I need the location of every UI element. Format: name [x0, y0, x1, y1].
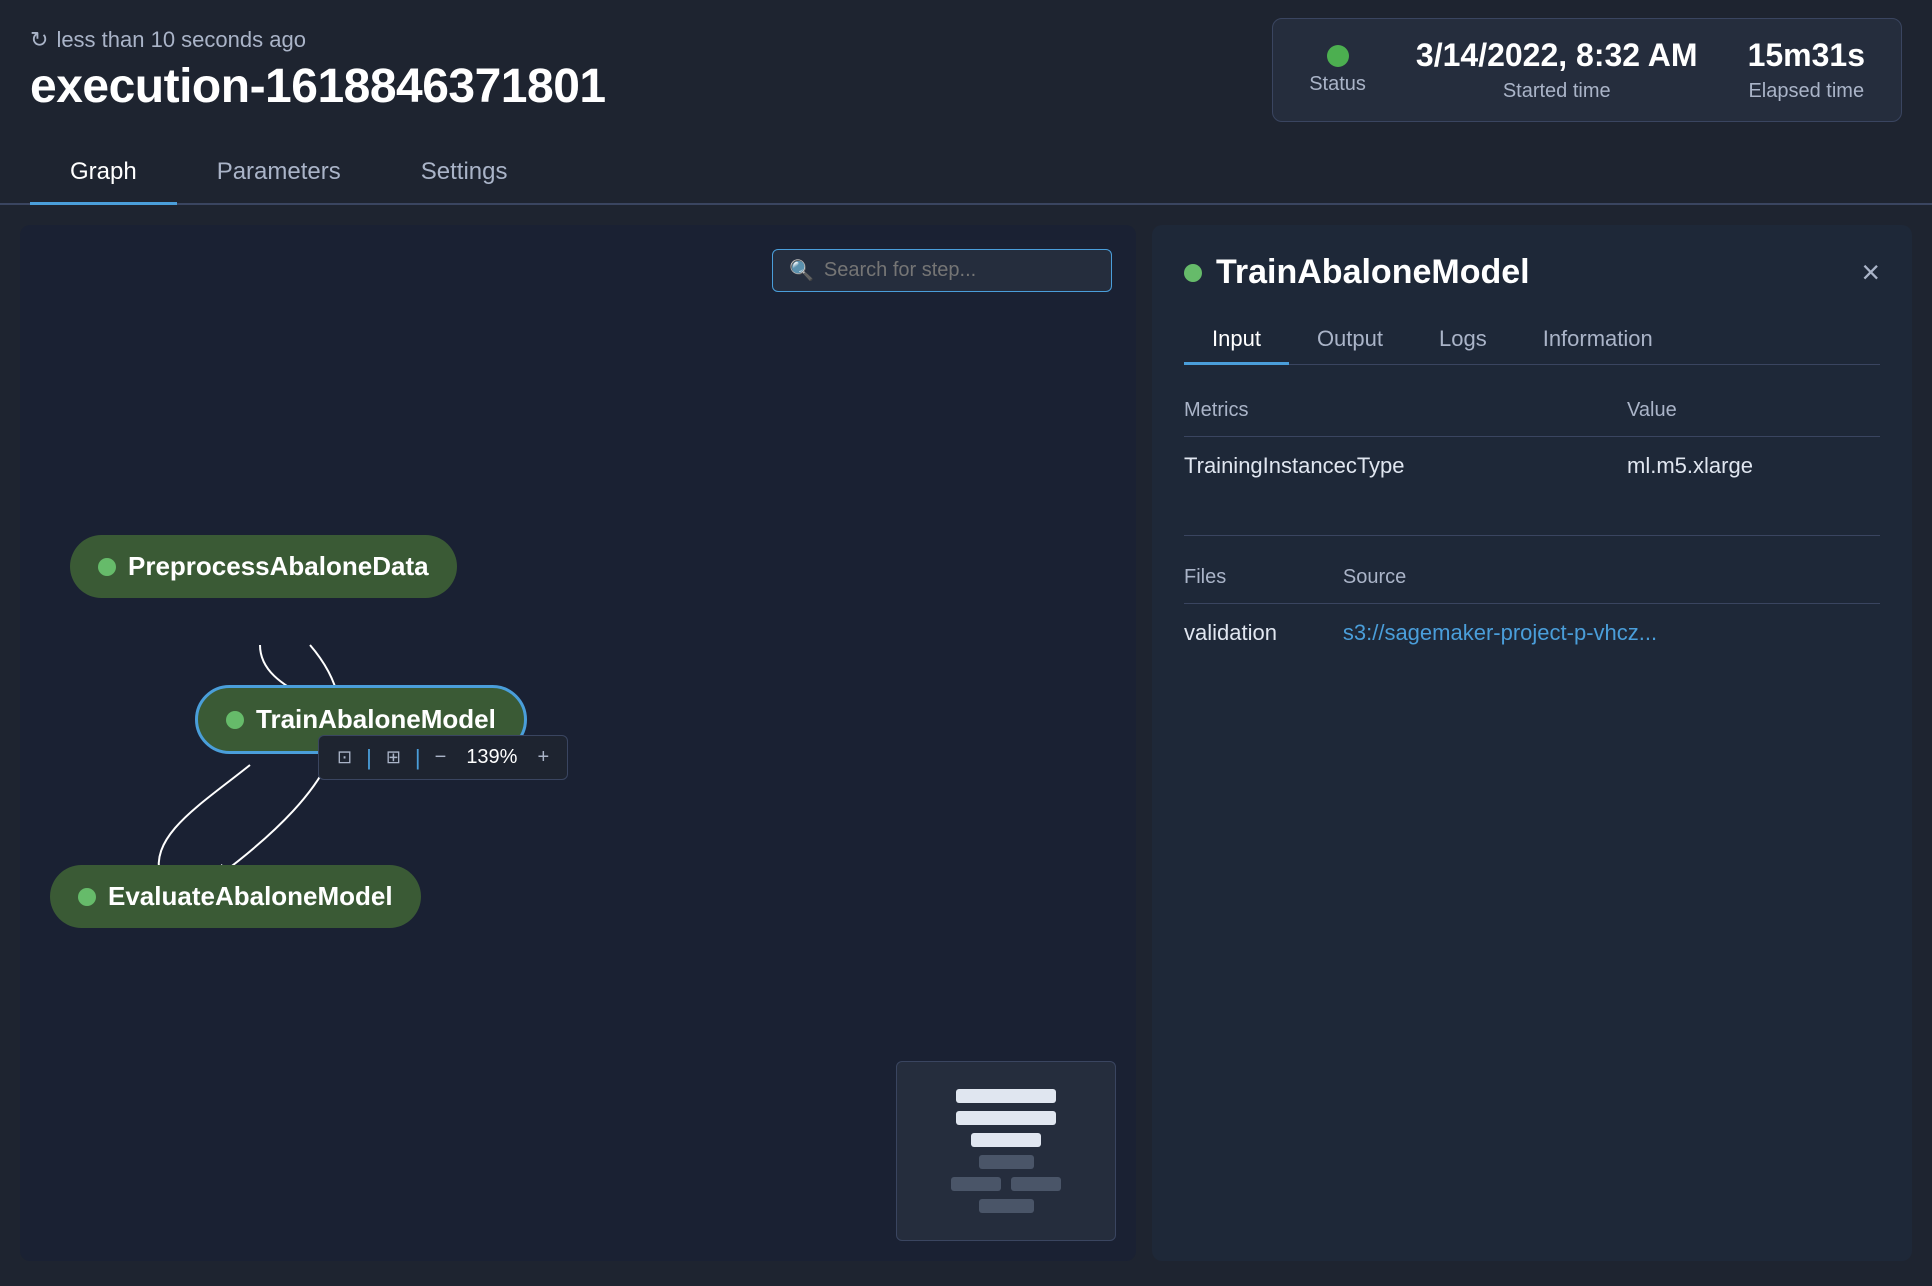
node-label-preprocess: PreprocessAbaloneData: [128, 551, 429, 582]
minimap-bar-5: [951, 1177, 1001, 1191]
status-dot: [1327, 45, 1349, 67]
main-content: 🔍 PreprocessAbaloneData TrainAbaloneMo: [0, 205, 1932, 1281]
detail-tab-output[interactable]: Output: [1289, 316, 1411, 365]
status-box: Status 3/14/2022, 8:32 AM Started time 1…: [1272, 18, 1902, 122]
tab-settings[interactable]: Settings: [381, 142, 548, 205]
metrics-table: Metrics Value TrainingInstancecType ml.m…: [1184, 389, 1880, 495]
status-item-elapsed: 15m31s Elapsed time: [1748, 37, 1865, 103]
files-table: Files Source validation s3://sagemaker-p…: [1184, 556, 1880, 662]
status-item-started: 3/14/2022, 8:32 AM Started time: [1416, 37, 1698, 103]
value-col-header: Value: [1627, 389, 1880, 437]
file-name: validation: [1184, 604, 1343, 663]
minimap-bar-1: [956, 1089, 1056, 1103]
minimap-bar-3: [971, 1133, 1041, 1147]
detail-tab-information[interactable]: Information: [1515, 316, 1681, 365]
top-bar: ↻ less than 10 seconds ago execution-161…: [0, 0, 1932, 132]
zoom-toolbar: ⊡ | ⊞ | − 139% +: [318, 735, 568, 780]
started-time-label: Started time: [1503, 80, 1611, 103]
detail-title: TrainAbaloneModel: [1184, 253, 1530, 292]
minimap-bar-2: [956, 1111, 1056, 1125]
tab-parameters[interactable]: Parameters: [177, 142, 381, 205]
tab-graph[interactable]: Graph: [30, 142, 177, 205]
zoom-divider-2: |: [415, 745, 421, 771]
table-row: TrainingInstancecType ml.m5.xlarge: [1184, 437, 1880, 496]
minimap-bar-4: [979, 1155, 1034, 1169]
started-time-value: 3/14/2022, 8:32 AM: [1416, 37, 1698, 74]
close-button[interactable]: ×: [1861, 254, 1880, 291]
node-dot-evaluate: [78, 888, 96, 906]
node-preprocess[interactable]: PreprocessAbaloneData: [70, 535, 457, 598]
detail-tab-input[interactable]: Input: [1184, 316, 1289, 365]
tabs-bar: Graph Parameters Settings: [0, 142, 1932, 205]
fit-button[interactable]: ⊡: [329, 743, 360, 772]
page-title: execution-1618846371801: [30, 59, 606, 114]
status-label: Status: [1309, 73, 1366, 96]
metric-value: ml.m5.xlarge: [1627, 437, 1880, 496]
graph-panel: 🔍 PreprocessAbaloneData TrainAbaloneMo: [20, 225, 1136, 1261]
node-dot-preprocess: [98, 558, 116, 576]
elapsed-time-value: 15m31s: [1748, 37, 1865, 74]
search-icon: 🔍: [789, 258, 814, 283]
file-table-row: validation s3://sagemaker-project-p-vhcz…: [1184, 604, 1880, 663]
minimap-bar-7: [979, 1199, 1034, 1213]
detail-panel: TrainAbaloneModel × Input Output Logs In…: [1152, 225, 1912, 1261]
node-label-train: TrainAbaloneModel: [256, 704, 496, 735]
detail-header: TrainAbaloneModel ×: [1184, 253, 1880, 292]
minimap-bar-6: [1011, 1177, 1061, 1191]
minimap: [896, 1061, 1116, 1241]
elapsed-time-label: Elapsed time: [1748, 80, 1864, 103]
status-item-status: Status: [1309, 45, 1366, 96]
file-source[interactable]: s3://sagemaker-project-p-vhcz...: [1343, 604, 1880, 663]
metric-name: TrainingInstancecType: [1184, 437, 1627, 496]
zoom-divider-1: |: [366, 745, 372, 771]
detail-tab-logs[interactable]: Logs: [1411, 316, 1515, 365]
refresh-icon: ↻: [30, 27, 48, 53]
search-bar[interactable]: 🔍: [772, 249, 1112, 292]
zoom-percent: 139%: [460, 746, 523, 769]
center-button[interactable]: ⊞: [378, 743, 409, 772]
node-evaluate[interactable]: EvaluateAbaloneModel: [50, 865, 421, 928]
detail-title-text: TrainAbaloneModel: [1216, 253, 1530, 292]
metrics-col-header: Metrics: [1184, 389, 1627, 437]
source-col-header: Source: [1343, 556, 1880, 604]
zoom-in-button[interactable]: +: [529, 742, 557, 773]
node-label-evaluate: EvaluateAbaloneModel: [108, 881, 393, 912]
zoom-out-button[interactable]: −: [427, 742, 455, 773]
node-dot-train: [226, 711, 244, 729]
files-col-header: Files: [1184, 556, 1343, 604]
detail-status-dot: [1184, 264, 1202, 282]
refresh-row: ↻ less than 10 seconds ago: [30, 27, 606, 53]
search-input[interactable]: [824, 259, 1095, 282]
refresh-label: less than 10 seconds ago: [56, 27, 306, 53]
detail-tabs: Input Output Logs Information: [1184, 316, 1880, 365]
